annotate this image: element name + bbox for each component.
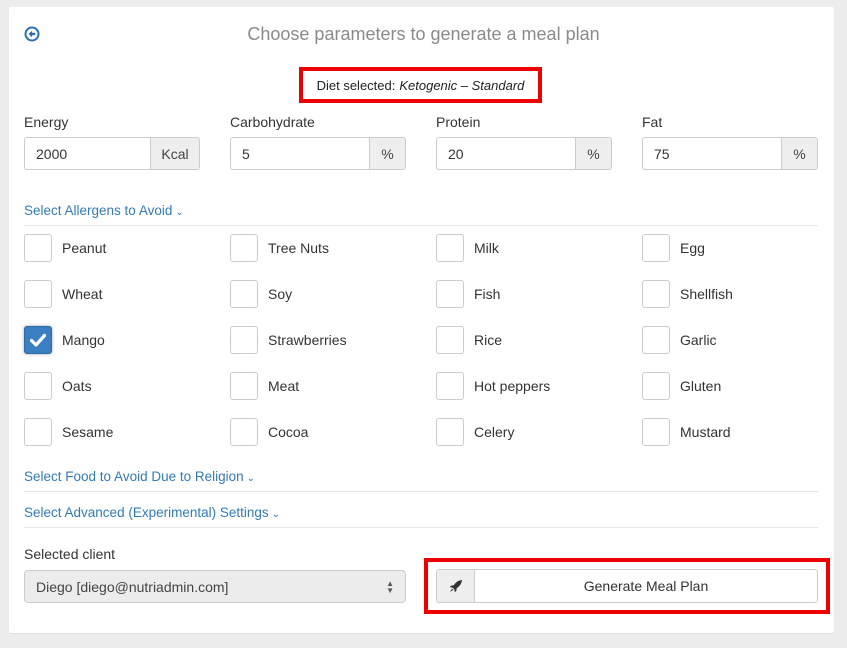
checkbox[interactable] [642, 326, 670, 354]
allergen-label: Rice [474, 332, 503, 348]
carbohydrate-input[interactable] [230, 137, 369, 170]
allergen-label: Shellfish [680, 286, 733, 302]
allergens-section-label: Select Allergens to Avoid [24, 203, 173, 218]
allergen-label: Gluten [680, 378, 722, 394]
allergen-checkbox-hot-peppers[interactable]: Hot peppers [436, 372, 550, 400]
checkbox[interactable] [230, 372, 258, 400]
checkbox[interactable] [24, 372, 52, 400]
protein-field-group: Protein % [436, 114, 612, 170]
allergen-label: Cocoa [268, 424, 309, 440]
allergen-label: Peanut [62, 240, 107, 256]
generate-meal-plan-label: Generate Meal Plan [583, 578, 709, 594]
allergen-label: Soy [268, 286, 293, 302]
rocket-icon [449, 580, 462, 593]
diet-value: Ketogenic – Standard [399, 77, 525, 93]
carbohydrate-label: Carbohydrate [230, 114, 315, 130]
generate-meal-plan-button[interactable]: Generate Meal Plan [436, 569, 818, 603]
allergens-section-toggle[interactable]: Select Allergens to Avoid ⌄ [24, 203, 818, 226]
energy-field-group: Energy Kcal [24, 114, 200, 170]
select-arrows-icon: ▲ ▼ [386, 578, 394, 595]
carbohydrate-field-group: Carbohydrate % [230, 114, 406, 170]
carbohydrate-unit: % [369, 137, 406, 170]
checkbox[interactable] [642, 418, 670, 446]
allergen-label: Strawberries [268, 332, 347, 348]
allergen-checkbox-cocoa[interactable]: Cocoa [230, 418, 308, 446]
protein-unit: % [575, 137, 612, 170]
allergen-checkbox-rice[interactable]: Rice [436, 326, 502, 354]
advanced-section-label: Select Advanced (Experimental) Settings [24, 505, 269, 520]
checkbox[interactable] [642, 372, 670, 400]
allergen-label: Egg [680, 240, 705, 256]
chevron-down-icon: ⌄ [246, 473, 256, 484]
diet-label: Diet selected: [316, 77, 396, 93]
allergen-checkbox-oats[interactable]: Oats [24, 372, 92, 400]
checkmark-icon [30, 333, 46, 347]
client-select-value: Diego [diego@nutriadmin.com] [36, 578, 229, 595]
checkbox[interactable] [24, 418, 52, 446]
fat-label: Fat [642, 114, 663, 130]
allergen-label: Mango [62, 332, 105, 348]
energy-label: Energy [24, 114, 69, 130]
allergen-checkbox-celery[interactable]: Celery [436, 418, 514, 446]
religion-section-label: Select Food to Avoid Due to Religion [24, 469, 244, 484]
checkbox[interactable] [230, 326, 258, 354]
allergen-checkbox-meat[interactable]: Meat [230, 372, 299, 400]
allergen-checkbox-wheat[interactable]: Wheat [24, 280, 102, 308]
allergen-label: Milk [474, 240, 499, 256]
checkbox[interactable] [230, 234, 258, 262]
selected-client-label: Selected client [24, 546, 116, 562]
checkbox[interactable] [436, 326, 464, 354]
allergen-label: Oats [62, 378, 92, 394]
allergen-checkbox-shellfish[interactable]: Shellfish [642, 280, 733, 308]
allergen-label: Tree Nuts [268, 240, 329, 256]
diet-selected-indicator: Diet selected: Ketogenic – Standard [299, 67, 542, 103]
energy-input[interactable] [24, 137, 150, 170]
checkbox[interactable] [24, 280, 52, 308]
allergen-label: Garlic [680, 332, 717, 348]
allergen-label: Celery [474, 424, 515, 440]
protein-input[interactable] [436, 137, 575, 170]
allergen-checkbox-sesame[interactable]: Sesame [24, 418, 113, 446]
checkbox[interactable] [24, 234, 52, 262]
fat-input[interactable] [642, 137, 781, 170]
fat-unit: % [781, 137, 818, 170]
checkbox[interactable] [230, 280, 258, 308]
checkbox[interactable] [230, 418, 258, 446]
allergen-label: Wheat [62, 286, 103, 302]
allergen-label: Fish [474, 286, 501, 302]
checkbox[interactable] [436, 280, 464, 308]
checkbox[interactable] [642, 234, 670, 262]
religion-section-toggle[interactable]: Select Food to Avoid Due to Religion ⌄ [24, 469, 818, 492]
allergen-checkbox-milk[interactable]: Milk [436, 234, 499, 262]
checkbox[interactable] [436, 234, 464, 262]
allergen-label: Meat [268, 378, 300, 394]
protein-label: Protein [436, 114, 481, 130]
page-title: Choose parameters to generate a meal pla… [247, 24, 600, 44]
chevron-down-icon: ⌄ [271, 509, 281, 520]
allergen-checkbox-mustard[interactable]: Mustard [642, 418, 731, 446]
checkbox[interactable] [642, 280, 670, 308]
allergen-label: Mustard [680, 424, 731, 440]
allergen-checkbox-peanut[interactable]: Peanut [24, 234, 106, 262]
rocket-icon-container [437, 570, 475, 602]
fat-field-group: Fat % [642, 114, 818, 170]
allergen-label: Sesame [62, 424, 114, 440]
chevron-down-icon: ⌄ [175, 207, 184, 218]
checkbox[interactable] [436, 418, 464, 446]
advanced-section-toggle[interactable]: Select Advanced (Experimental) Settings ⌄ [24, 505, 818, 528]
allergen-checkbox-fish[interactable]: Fish [436, 280, 500, 308]
allergen-checkbox-gluten[interactable]: Gluten [642, 372, 721, 400]
allergen-label: Hot peppers [474, 378, 551, 394]
client-select[interactable]: Diego [diego@nutriadmin.com] ▲ ▼ [24, 570, 406, 603]
allergen-checkbox-garlic[interactable]: Garlic [642, 326, 717, 354]
allergen-checkbox-soy[interactable]: Soy [230, 280, 292, 308]
allergen-checkbox-tree-nuts[interactable]: Tree Nuts [230, 234, 329, 262]
allergen-checkbox-mango[interactable]: Mango [24, 326, 105, 354]
checkbox[interactable] [436, 372, 464, 400]
allergen-checkbox-strawberries[interactable]: Strawberries [230, 326, 347, 354]
checkbox[interactable] [24, 326, 52, 354]
energy-unit: Kcal [150, 137, 200, 170]
allergen-checkbox-egg[interactable]: Egg [642, 234, 705, 262]
